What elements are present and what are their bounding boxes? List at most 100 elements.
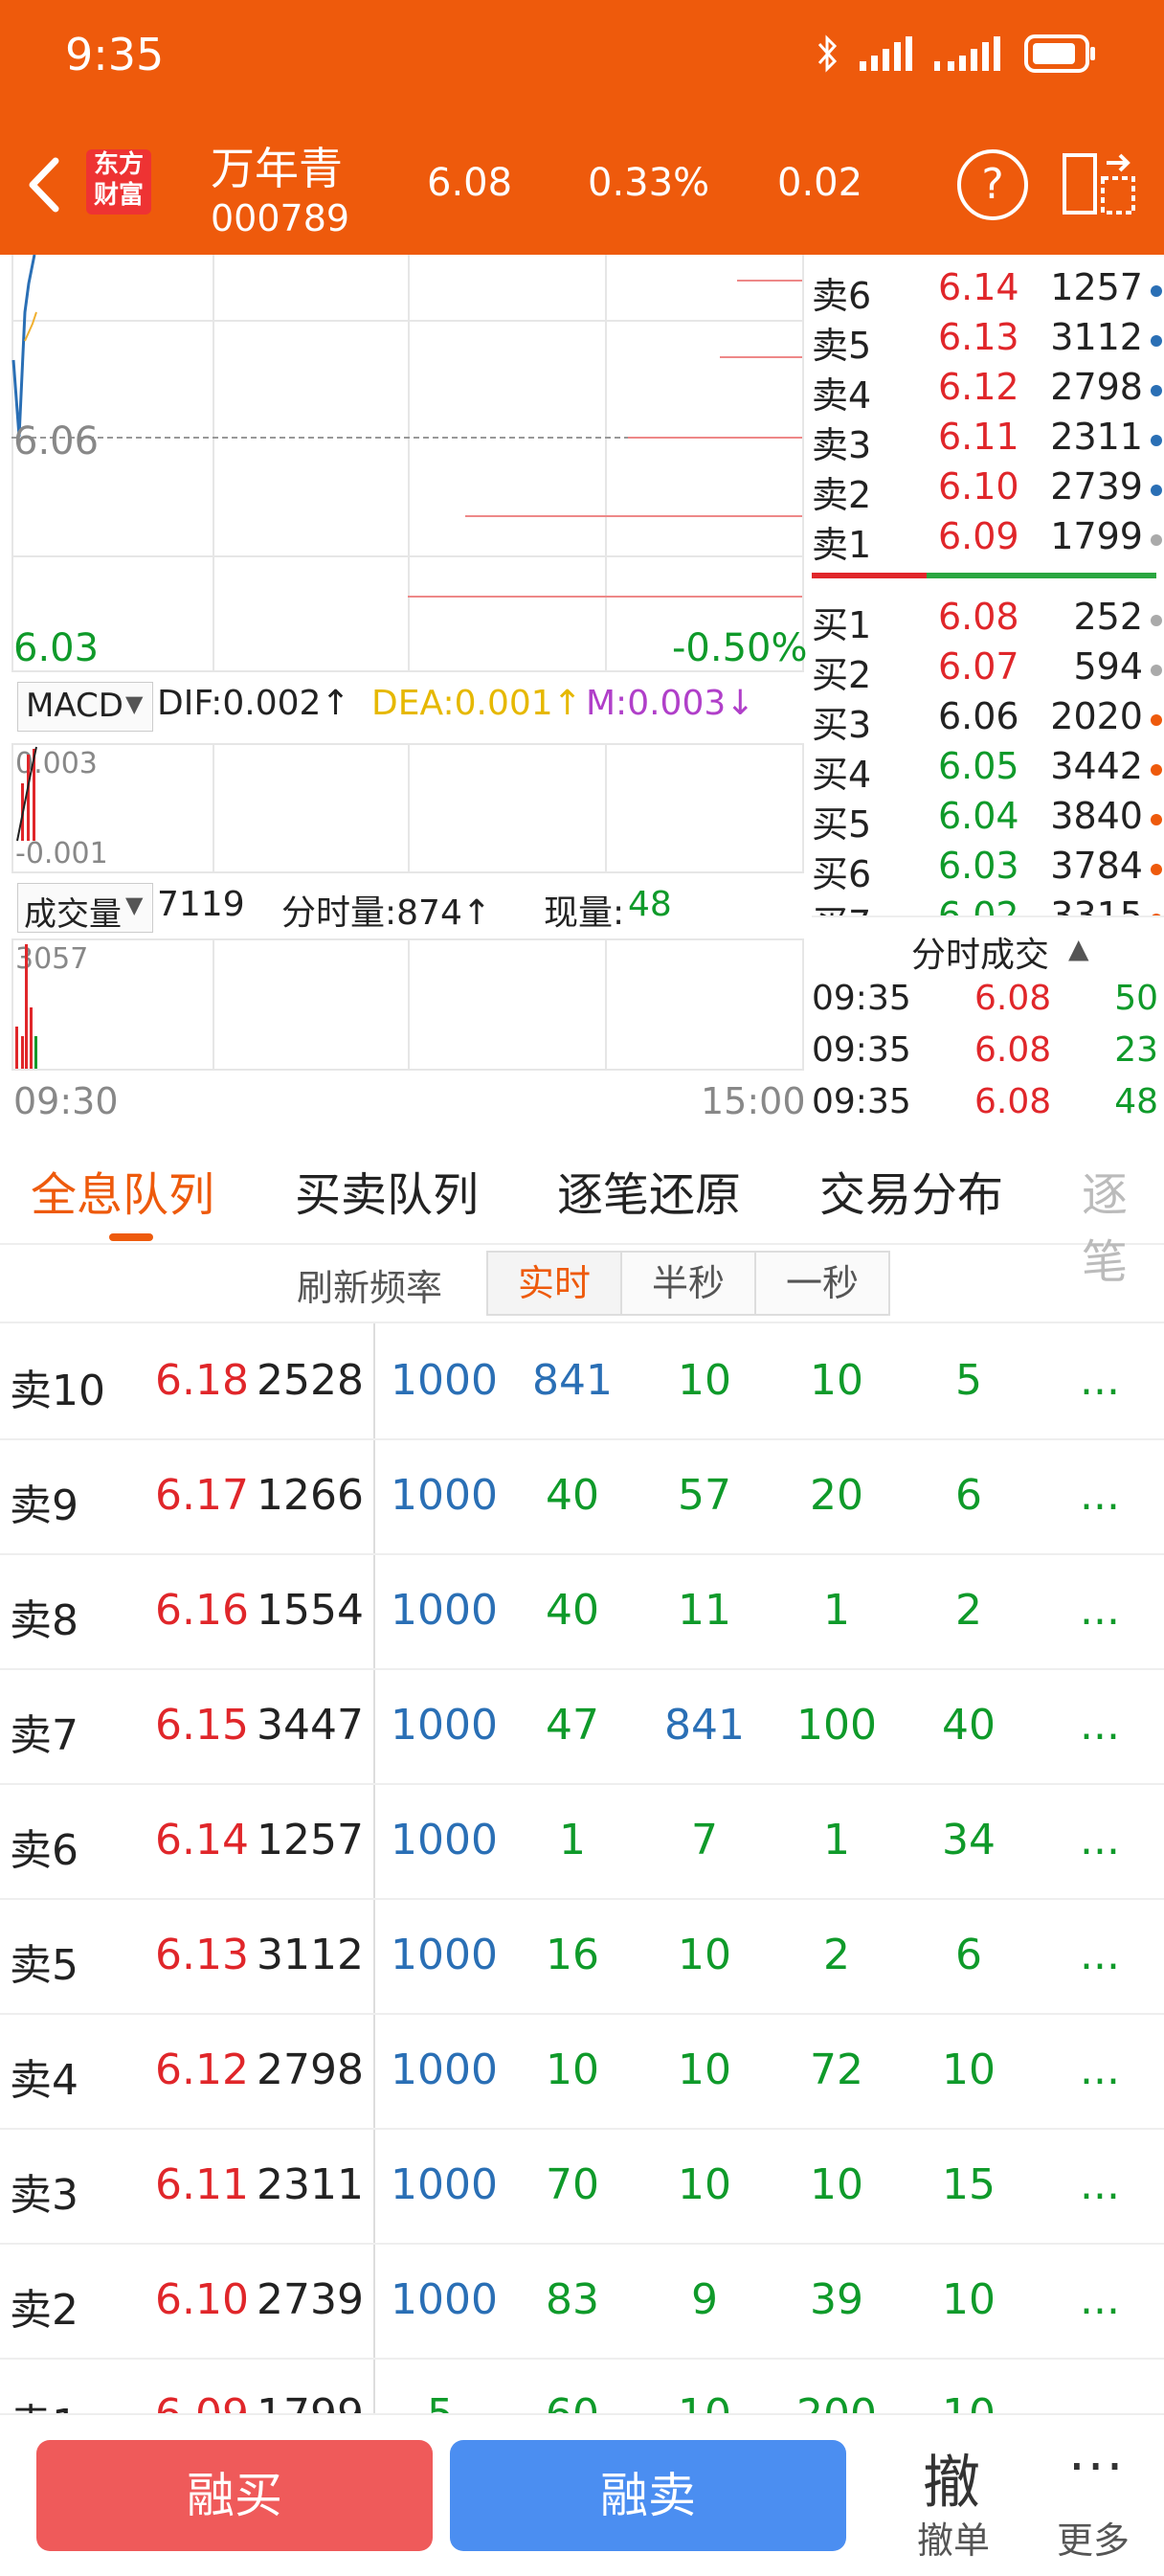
active-tab-indicator xyxy=(109,1233,153,1241)
queue-order: 20 xyxy=(810,1471,863,1520)
queue-more[interactable]: ... xyxy=(1080,1931,1120,1979)
more-icon[interactable]: ··· xyxy=(1068,2436,1125,2498)
help-icon[interactable]: ? xyxy=(957,149,1028,220)
time-start-label: 09:30 xyxy=(13,1080,119,1122)
queue-order: 2 xyxy=(955,1586,982,1635)
tab-trade-distribution[interactable]: 交易分布 xyxy=(819,1157,1003,1224)
queue-more[interactable]: ... xyxy=(1080,1356,1120,1405)
queue-order: 40 xyxy=(546,1586,599,1635)
queue-level-label: 卖3 xyxy=(10,2171,78,2220)
queue-order: 1000 xyxy=(391,1931,498,1979)
tab-tick-restore[interactable]: 逐笔还原 xyxy=(557,1157,741,1224)
refresh-onesecond-button[interactable]: 一秒 xyxy=(754,1251,890,1316)
queue-order: 34 xyxy=(942,1816,996,1864)
queue-level-label: 卖4 xyxy=(10,2056,78,2105)
queue-order: 100 xyxy=(796,1701,877,1750)
queue-more[interactable]: ... xyxy=(1080,1816,1120,1864)
intraday-chart[interactable]: 6.06 6.03 -0.50% MACD ▼ DIF:0.002↑ DEA:0… xyxy=(0,255,808,1136)
tab-full-queue[interactable]: 全息队列 xyxy=(31,1157,214,1224)
queue-total: 1266 xyxy=(257,1471,364,1520)
queue-more[interactable]: ... xyxy=(1080,2390,1120,2413)
back-icon[interactable] xyxy=(21,151,69,218)
volume-total: 7119 xyxy=(157,885,245,924)
table-row[interactable]: 卖6 6.14 1257 1000 1 7 1 34... xyxy=(0,1783,1164,1900)
table-row[interactable]: 卖5 6.13 3112 1000 16 10 2 6... xyxy=(0,1898,1164,2015)
queue-order: 1 xyxy=(559,1816,586,1864)
buy-level-1: 买1 6.08 252 xyxy=(812,596,1164,646)
volume-select-label: 成交量 xyxy=(24,895,122,934)
xianliang-label: 现量: xyxy=(544,893,625,933)
sell-level-1: 卖1 6.09 1799 xyxy=(812,515,1164,566)
table-row[interactable]: 卖8 6.16 1554 1000 40 11 1 2... xyxy=(0,1553,1164,1670)
stock-code: 000789 xyxy=(211,197,350,239)
sell-level-6: 卖6 6.14 1257 xyxy=(812,266,1164,317)
chevron-down-icon: ▼ xyxy=(125,892,144,918)
table-row[interactable]: 卖10 6.18 2528 1000 841 10 10 5... xyxy=(0,1323,1164,1440)
queue-more[interactable]: ... xyxy=(1080,1471,1120,1520)
trade-price: 6.08 xyxy=(974,1030,1052,1070)
cancel-order-label[interactable]: 撤单 xyxy=(917,2511,990,2564)
more-label[interactable]: 更多 xyxy=(1057,2511,1130,2564)
queue-price: 6.11 xyxy=(155,2160,249,2209)
cancel-order-icon[interactable]: 撤 xyxy=(923,2436,980,2520)
queue-level-label: 卖8 xyxy=(10,1596,78,1645)
volume-select[interactable]: 成交量 ▼ xyxy=(17,883,153,934)
queue-level-label: 卖1 xyxy=(10,2390,78,2413)
queue-order: 15 xyxy=(942,2160,996,2209)
table-row[interactable]: 卖7 6.15 3447 1000 47 841 100 40... xyxy=(0,1668,1164,1785)
table-row[interactable]: 卖4 6.12 2798 1000 10 10 72 10... xyxy=(0,2013,1164,2130)
queue-order: 2 xyxy=(823,1931,850,1979)
top-bar: 9:35 东方财富 万年青 000789 6.08 0.33% 0.02 ? xyxy=(0,0,1164,255)
queue-order: 10 xyxy=(919,2390,1018,2413)
queue-order: 47 xyxy=(546,1701,599,1750)
chevron-up-icon: ▲ xyxy=(1068,933,1089,964)
table-row[interactable]: 卖3 6.11 2311 1000 70 10 10 15... xyxy=(0,2128,1164,2245)
queue-order: 1000 xyxy=(391,2160,498,2209)
buy-level-4: 买4 6.05 3442 xyxy=(812,745,1164,796)
queue-level-label: 卖7 xyxy=(10,1711,78,1760)
queue-order: 57 xyxy=(678,1471,731,1520)
table-row[interactable]: 卖1 6.09 1799 5 60 10 200 10... xyxy=(0,2358,1164,2413)
queue-total: 2311 xyxy=(257,2160,364,2209)
price-line xyxy=(11,255,37,438)
macd-select[interactable]: MACD ▼ xyxy=(17,682,153,732)
queue-level-label: 卖10 xyxy=(10,1367,105,1415)
queue-order: 6 xyxy=(955,1931,982,1979)
low-price-label: 6.03 xyxy=(13,626,100,670)
tab-bid-ask-queue[interactable]: 买卖队列 xyxy=(295,1157,479,1224)
queue-order: 60 xyxy=(523,2390,622,2413)
buy-level-2: 买2 6.07 594 xyxy=(812,645,1164,696)
trade-price: 6.08 xyxy=(974,979,1052,1018)
margin-buy-button[interactable]: 融买 xyxy=(36,2440,433,2551)
queue-more[interactable]: ... xyxy=(1080,2045,1120,2094)
queue-order: 39 xyxy=(810,2275,863,2324)
order-book[interactable]: 卖6 6.14 1257 卖5 6.13 3112 卖4 6.12 2798 卖3 6.11 2… xyxy=(812,255,1164,915)
chevron-down-icon: ▼ xyxy=(125,690,144,717)
queue-level-label: 卖5 xyxy=(10,1941,78,1990)
queue-order: 1000 xyxy=(391,1471,498,1520)
queue-more[interactable]: ... xyxy=(1080,2275,1120,2324)
buy-level-3: 买3 6.06 2020 xyxy=(812,695,1164,746)
trade-ticks[interactable]: 分时成交 ▲ 09:35 6.08 50 09:35 6.08 23 09:35… xyxy=(812,915,1164,1138)
refresh-halfsecond-button[interactable]: 半秒 xyxy=(620,1251,756,1316)
queue-table[interactable]: 卖10 6.18 2528 1000 841 10 10 5... 卖9 6.17 1266 1000… xyxy=(0,1323,1164,2413)
fenshi-volume: 分时量:874↑ xyxy=(281,893,492,933)
queue-price: 6.10 xyxy=(155,2275,249,2324)
queue-order: 11 xyxy=(678,1586,731,1635)
queue-price: 6.14 xyxy=(155,1816,249,1864)
bluetooth-icon xyxy=(817,34,838,73)
queue-order: 841 xyxy=(532,1356,613,1405)
refresh-realtime-button[interactable]: 实时 xyxy=(486,1251,622,1316)
table-row[interactable]: 卖9 6.17 1266 1000 40 57 20 6... xyxy=(0,1438,1164,1555)
table-row[interactable]: 卖2 6.10 2739 1000 83 9 39 10... xyxy=(0,2243,1164,2360)
margin-sell-button[interactable]: 融卖 xyxy=(450,2440,846,2551)
queue-more[interactable]: ... xyxy=(1080,1701,1120,1750)
queue-order: 6 xyxy=(955,1471,982,1520)
queue-order: 10 xyxy=(546,2045,599,2094)
queue-more[interactable]: ... xyxy=(1080,2160,1120,2209)
queue-more[interactable]: ... xyxy=(1080,1586,1120,1635)
macd-bars xyxy=(16,746,37,842)
switch-layout-icon[interactable] xyxy=(1063,149,1135,218)
signal-icon-2 xyxy=(934,36,1000,71)
queue-total: 2798 xyxy=(257,2045,364,2094)
